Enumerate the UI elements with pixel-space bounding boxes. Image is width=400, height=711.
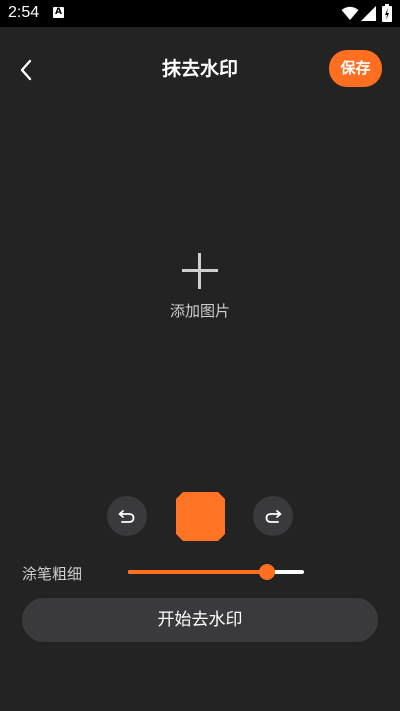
status-time: 2:54 [8,4,40,21]
start-remove-watermark-button[interactable]: 开始去水印 [22,598,378,642]
notification-app-icon: A [53,7,64,18]
save-button[interactable]: 保存 [329,50,382,87]
undo-icon [118,510,135,523]
page-title: 抹去水印 [161,58,238,80]
redo-button[interactable] [253,496,293,536]
plus-icon [182,253,218,289]
back-button[interactable] [10,54,42,86]
signal-icon [361,6,376,21]
slider-thumb[interactable] [259,564,276,580]
status-bar: 2:54 A [0,0,400,27]
add-image-button[interactable]: 添加图片 [140,245,260,335]
brush-size-label: 涂笔粗细 [22,565,83,583]
chevron-left-icon [20,59,32,81]
watermark-remover-screen: 2:54 A 抹去水印 保存 添加图片 涂笔粗细 开始去水印 [0,0,400,711]
brush-size-slider[interactable] [128,562,304,582]
brush-preview [176,492,225,541]
undo-button[interactable] [107,496,147,536]
add-image-label: 添加图片 [169,302,230,320]
slider-fill [128,570,268,574]
battery-icon [382,4,392,22]
wifi-icon [341,6,359,20]
redo-icon [265,510,282,523]
